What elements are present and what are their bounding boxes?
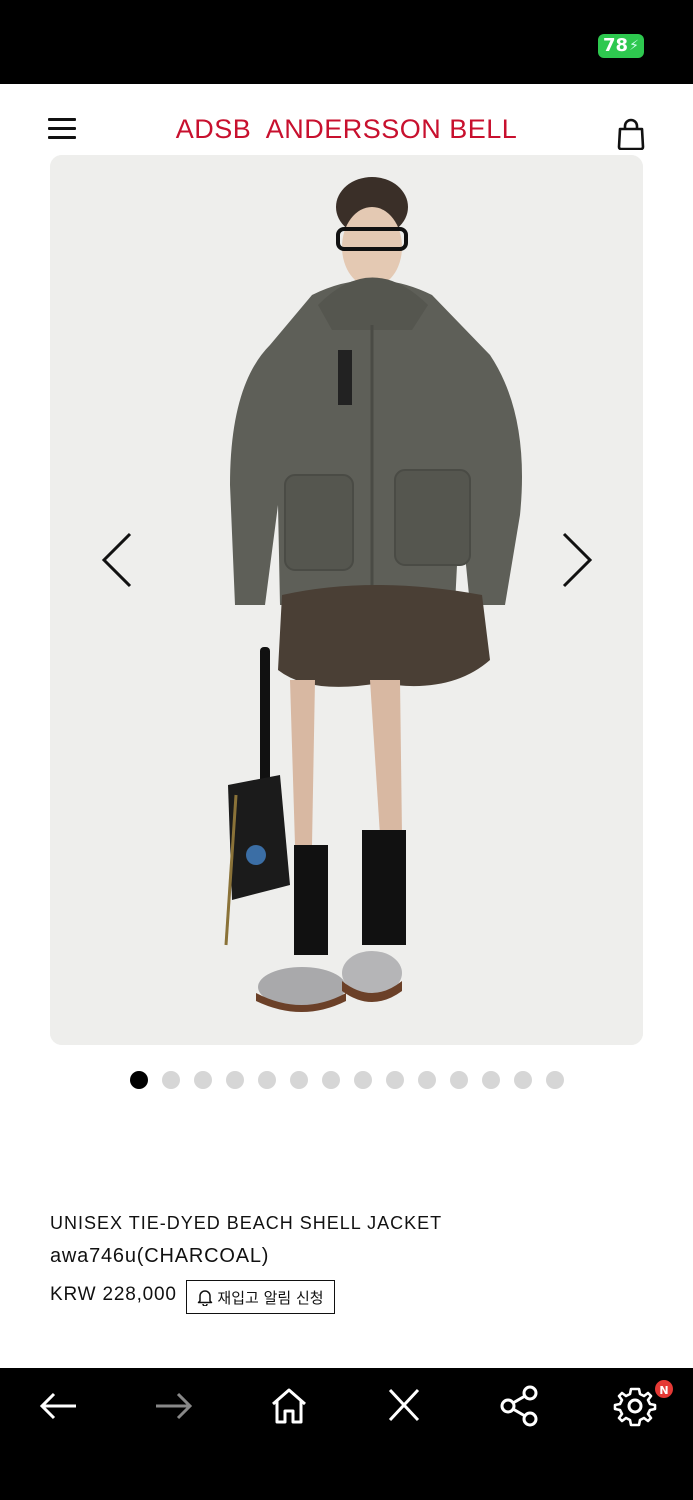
brand-logo[interactable]: ADSB ANDERSSON BELL — [0, 114, 693, 145]
browser-bottom-nav: N — [0, 1368, 693, 1500]
restock-alert-label: 재입고 알림 신청 — [217, 1288, 324, 1307]
notification-badge: N — [653, 1378, 675, 1400]
carousel-dot[interactable] — [417, 1071, 436, 1089]
carousel-prev-arrow-icon[interactable] — [98, 528, 138, 592]
product-name: UNISEX TIE-DYED BEACH SHELL JACKET — [50, 1213, 443, 1233]
site-header: ADSB ANDERSSON BELL — [0, 84, 693, 156]
settings-icon[interactable]: N — [611, 1378, 675, 1428]
forward-icon[interactable] — [150, 1384, 198, 1428]
carousel-dot[interactable] — [129, 1071, 148, 1089]
close-icon[interactable] — [380, 1384, 428, 1428]
carousel-dot[interactable] — [257, 1071, 276, 1089]
carousel-dot[interactable] — [513, 1071, 532, 1089]
restock-alert-button[interactable]: 재입고 알림 신청 — [186, 1280, 335, 1314]
bell-icon — [198, 1289, 213, 1306]
carousel-dot[interactable] — [353, 1071, 372, 1089]
carousel-dot[interactable] — [449, 1071, 468, 1089]
charging-icon: ⚡ — [629, 38, 639, 54]
carousel-dot[interactable] — [161, 1071, 180, 1089]
carousel-next-arrow-icon[interactable] — [556, 528, 596, 592]
carousel-dot[interactable] — [193, 1071, 212, 1089]
battery-indicator: 78 ⚡ — [598, 34, 644, 58]
back-icon[interactable] — [34, 1384, 82, 1428]
share-icon[interactable] — [496, 1384, 544, 1428]
shopping-bag-icon[interactable] — [616, 118, 646, 151]
carousel-dot[interactable] — [545, 1071, 564, 1089]
product-photo — [50, 155, 643, 1045]
carousel-dot[interactable] — [385, 1071, 404, 1089]
home-icon[interactable] — [265, 1384, 313, 1428]
status-bar: 78 ⚡ — [0, 0, 693, 84]
product-image-carousel[interactable] — [50, 155, 643, 1045]
carousel-pagination — [0, 1071, 693, 1089]
product-code: awa746u(CHARCOAL) — [50, 1245, 270, 1267]
battery-level: 78 — [603, 35, 629, 56]
carousel-dot[interactable] — [225, 1071, 244, 1089]
product-price: KRW 228,000 — [50, 1284, 177, 1305]
carousel-dot[interactable] — [289, 1071, 308, 1089]
carousel-dot[interactable] — [481, 1071, 500, 1089]
carousel-dot[interactable] — [321, 1071, 340, 1089]
